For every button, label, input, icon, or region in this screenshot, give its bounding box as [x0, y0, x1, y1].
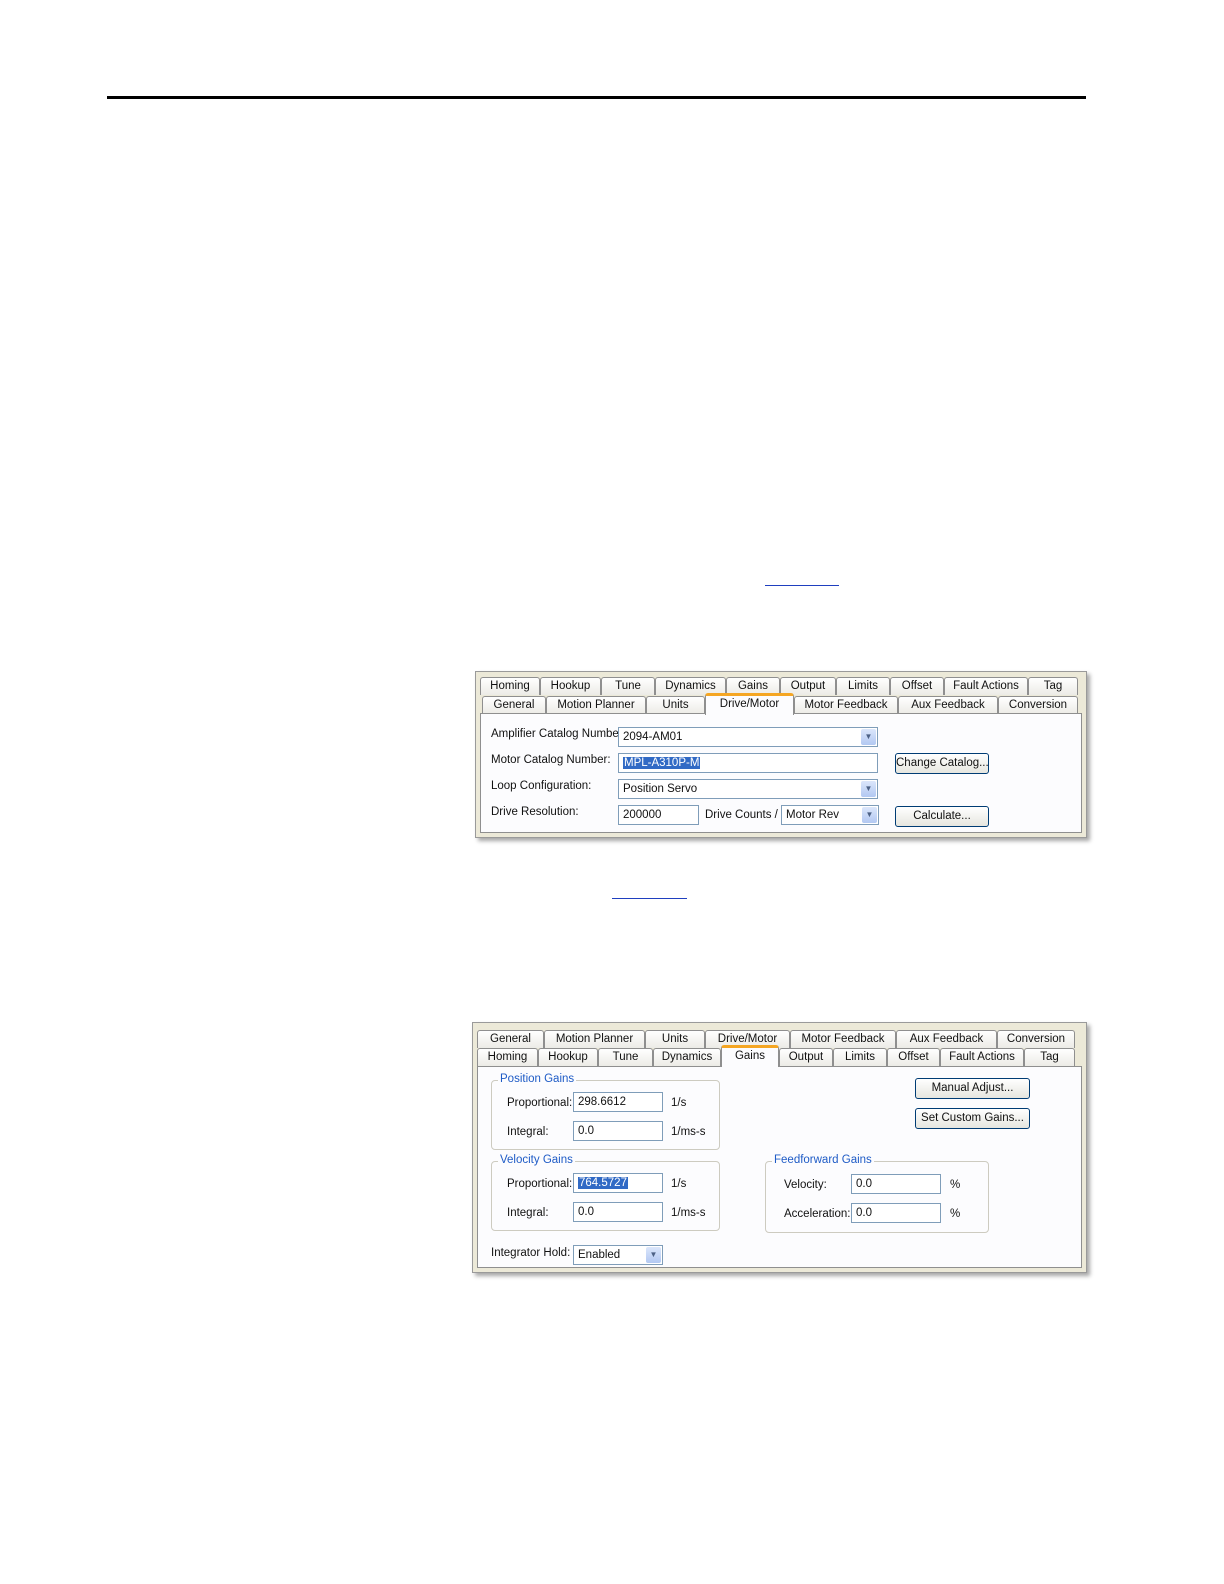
loop-configuration-value: Position Servo [623, 783, 698, 795]
tab-fault-actions[interactable]: Fault Actions [944, 677, 1028, 695]
change-catalog-button[interactable]: Change Catalog... [895, 753, 989, 774]
tab-tune[interactable]: Tune [601, 677, 655, 695]
velocity-integral-label: Integral: [507, 1207, 549, 1219]
tab-tag[interactable]: Tag [1024, 1048, 1075, 1066]
drive-resolution-value: 200000 [623, 809, 662, 821]
velocity-gains-group: Velocity Gains Proportional: 764.5727 1/… [491, 1154, 720, 1231]
gains-panel: Position Gains Proportional: 298.6612 1/… [477, 1066, 1082, 1268]
motor-rev-select[interactable]: Motor Rev ▼ [781, 805, 879, 825]
feedforward-velocity-label: Velocity: [784, 1179, 827, 1191]
drive-motor-panel: Amplifier Catalog Number: 2094-AM01 ▼ Mo… [480, 713, 1082, 833]
feedforward-velocity-field[interactable]: 0.0 [851, 1174, 941, 1194]
position-integral-field[interactable]: 0.0 [573, 1121, 663, 1141]
chevron-down-icon[interactable]: ▼ [861, 729, 876, 745]
tab-motion-planner[interactable]: Motion Planner [544, 1030, 645, 1048]
motor-rev-value: Motor Rev [786, 809, 840, 821]
tab-homing[interactable]: Homing [480, 677, 540, 695]
cross-reference-link[interactable] [765, 585, 839, 586]
feedforward-gains-title: Feedforward Gains [772, 1154, 874, 1166]
tab-general[interactable]: General [482, 696, 546, 714]
position-proportional-value: 298.6612 [578, 1096, 626, 1108]
feedforward-acceleration-value: 0.0 [856, 1207, 872, 1219]
loop-configuration-label: Loop Configuration: [491, 780, 592, 792]
tab-row-front: General Motion Planner Units Drive/Motor… [480, 693, 1082, 715]
velocity-integral-unit: 1/ms-s [671, 1207, 706, 1219]
integrator-hold-label: Integrator Hold: [491, 1247, 571, 1259]
tab-tag[interactable]: Tag [1028, 677, 1078, 695]
velocity-proportional-unit: 1/s [671, 1178, 687, 1190]
position-integral-value: 0.0 [578, 1125, 594, 1137]
cross-reference-link[interactable] [612, 898, 687, 899]
tab-limits[interactable]: Limits [833, 1048, 887, 1066]
position-integral-label: Integral: [507, 1126, 549, 1138]
set-custom-gains-button[interactable]: Set Custom Gains... [915, 1108, 1030, 1129]
tab-hookup[interactable]: Hookup [538, 1048, 598, 1066]
velocity-proportional-label: Proportional: [507, 1178, 573, 1190]
manual-adjust-button[interactable]: Manual Adjust... [915, 1078, 1030, 1099]
tab-motor-feedback[interactable]: Motor Feedback [794, 696, 898, 714]
feedforward-acceleration-label: Acceleration: [784, 1208, 851, 1220]
velocity-proportional-value: 764.5727 [578, 1177, 628, 1189]
velocity-integral-value: 0.0 [578, 1206, 594, 1218]
chevron-down-icon[interactable]: ▼ [862, 807, 877, 823]
tab-dynamics[interactable]: Dynamics [653, 1048, 721, 1066]
tab-conversion[interactable]: Conversion [997, 1030, 1075, 1048]
chevron-down-icon[interactable]: ▼ [646, 1247, 661, 1263]
tab-drive-motor[interactable]: Drive/Motor [705, 693, 794, 715]
tab-motion-planner[interactable]: Motion Planner [546, 696, 646, 714]
integrator-hold-value: Enabled [578, 1249, 621, 1261]
feedforward-acceleration-unit: % [950, 1208, 961, 1220]
drive-resolution-label: Drive Resolution: [491, 806, 579, 818]
motor-catalog-value: MPL-A310P-M [623, 757, 701, 769]
tab-row-front: Homing Hookup Tune Dynamics Gains Output… [477, 1045, 1082, 1067]
tab-general[interactable]: General [477, 1030, 544, 1048]
tab-hookup[interactable]: Hookup [540, 677, 601, 695]
velocity-integral-field[interactable]: 0.0 [573, 1202, 663, 1222]
axis-properties-drive-motor-dialog: Homing Hookup Tune Dynamics Gains Output… [475, 671, 1087, 838]
position-proportional-label: Proportional: [507, 1097, 573, 1109]
amplifier-catalog-select[interactable]: 2094-AM01 ▼ [618, 727, 878, 747]
tab-gains[interactable]: Gains [721, 1045, 779, 1067]
tab-offset[interactable]: Offset [887, 1048, 940, 1066]
tab-output[interactable]: Output [779, 1048, 833, 1066]
tab-homing[interactable]: Homing [477, 1048, 538, 1066]
integrator-hold-select[interactable]: Enabled ▼ [573, 1245, 663, 1265]
loop-configuration-select[interactable]: Position Servo ▼ [618, 779, 878, 799]
position-gains-title: Position Gains [498, 1073, 577, 1085]
motor-catalog-label: Motor Catalog Number: [491, 754, 611, 766]
tab-motor-feedback[interactable]: Motor Feedback [790, 1030, 896, 1048]
tab-row-back: General Motion Planner Units Drive/Motor… [477, 1030, 1082, 1048]
position-gains-group: Position Gains Proportional: 298.6612 1/… [491, 1073, 720, 1150]
tab-aux-feedback[interactable]: Aux Feedback [896, 1030, 997, 1048]
velocity-proportional-field[interactable]: 764.5727 [573, 1173, 663, 1193]
position-proportional-unit: 1/s [671, 1097, 687, 1109]
feedforward-gains-group: Feedforward Gains Velocity: 0.0 % Accele… [765, 1154, 989, 1233]
tab-limits[interactable]: Limits [836, 677, 890, 695]
chevron-down-icon[interactable]: ▼ [861, 781, 876, 797]
feedforward-velocity-value: 0.0 [856, 1178, 872, 1190]
drive-resolution-field[interactable]: 200000 [618, 805, 699, 825]
tab-offset[interactable]: Offset [890, 677, 944, 695]
tab-fault-actions[interactable]: Fault Actions [940, 1048, 1024, 1066]
tab-tune[interactable]: Tune [598, 1048, 653, 1066]
calculate-button[interactable]: Calculate... [895, 806, 989, 827]
drive-counts-label: Drive Counts / [705, 809, 778, 821]
feedforward-velocity-unit: % [950, 1179, 961, 1191]
axis-properties-gains-dialog: General Motion Planner Units Drive/Motor… [472, 1022, 1087, 1273]
position-proportional-field[interactable]: 298.6612 [573, 1092, 663, 1112]
amplifier-catalog-label: Amplifier Catalog Number: [491, 728, 626, 740]
page-header-rule [107, 96, 1086, 99]
amplifier-catalog-value: 2094-AM01 [623, 731, 683, 743]
tab-units[interactable]: Units [646, 696, 705, 714]
tab-conversion[interactable]: Conversion [998, 696, 1078, 714]
tab-units[interactable]: Units [645, 1030, 705, 1048]
position-integral-unit: 1/ms-s [671, 1126, 706, 1138]
velocity-gains-title: Velocity Gains [498, 1154, 575, 1166]
feedforward-acceleration-field[interactable]: 0.0 [851, 1203, 941, 1223]
tab-aux-feedback[interactable]: Aux Feedback [898, 696, 998, 714]
motor-catalog-field[interactable]: MPL-A310P-M [618, 753, 878, 773]
